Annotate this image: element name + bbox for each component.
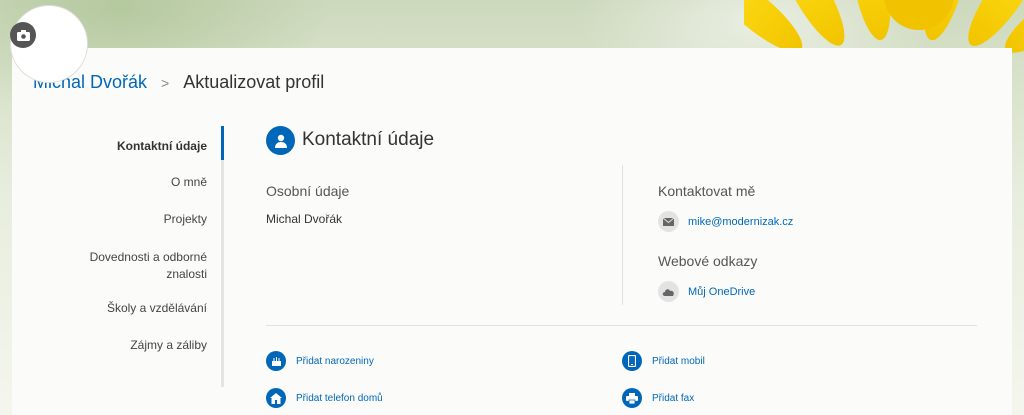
sidebar-item-contact-info[interactable]: Kontaktní údaje bbox=[12, 139, 224, 153]
sidebar-item-skills[interactable]: Dovednosti a odborné znalosti bbox=[12, 249, 224, 283]
add-birthday-link[interactable]: Přidat narozeniny bbox=[296, 356, 374, 367]
breadcrumb-separator: > bbox=[161, 74, 170, 91]
add-home-phone-link[interactable]: Přidat telefon domů bbox=[296, 393, 383, 404]
cake-icon bbox=[266, 351, 286, 371]
sidebar-item-education[interactable]: Školy a vzdělávání bbox=[12, 301, 224, 315]
onedrive-row: Můj OneDrive bbox=[658, 281, 755, 302]
section-title: Kontaktní údaje bbox=[302, 129, 435, 150]
home-icon bbox=[266, 388, 286, 408]
add-home-phone-row[interactable]: Přidat telefon domů bbox=[266, 388, 383, 408]
breadcrumb: Michal Dvořák > Aktualizovat profil bbox=[33, 72, 324, 93]
web-links-heading: Webové odkazy bbox=[658, 253, 758, 269]
sidebar-item-interests[interactable]: Zájmy a záliby bbox=[12, 338, 224, 352]
column-divider bbox=[622, 165, 623, 305]
add-mobile-link[interactable]: Přidat mobil bbox=[652, 356, 705, 367]
email-link[interactable]: mike@modernizak.cz bbox=[688, 216, 793, 228]
sidebar-item-projects[interactable]: Projekty bbox=[12, 212, 224, 226]
cloud-icon bbox=[658, 281, 679, 302]
page-title: Aktualizovat profil bbox=[183, 72, 325, 92]
add-mobile-row[interactable]: Přidat mobil bbox=[622, 351, 705, 371]
sidebar-item-about-me[interactable]: O mně bbox=[12, 175, 224, 189]
personal-name: Michal Dvořák bbox=[266, 212, 343, 226]
mail-icon bbox=[658, 211, 679, 232]
onedrive-link[interactable]: Můj OneDrive bbox=[688, 286, 755, 298]
add-birthday-row[interactable]: Přidat narozeniny bbox=[266, 351, 374, 371]
fax-icon bbox=[622, 388, 642, 408]
email-row: mike@modernizak.cz bbox=[658, 211, 793, 232]
section-divider bbox=[266, 325, 977, 326]
camera-icon[interactable] bbox=[10, 22, 36, 48]
personal-info-heading: Osobní údaje bbox=[266, 183, 350, 199]
contact-me-heading: Kontaktovat mě bbox=[658, 183, 756, 199]
mobile-phone-icon bbox=[622, 351, 642, 371]
add-fax-row[interactable]: Přidat fax bbox=[622, 388, 694, 408]
add-fax-link[interactable]: Přidat fax bbox=[652, 393, 694, 404]
person-icon bbox=[266, 126, 295, 155]
profile-card: Michal Dvořák > Aktualizovat profil Kont… bbox=[12, 48, 1012, 415]
